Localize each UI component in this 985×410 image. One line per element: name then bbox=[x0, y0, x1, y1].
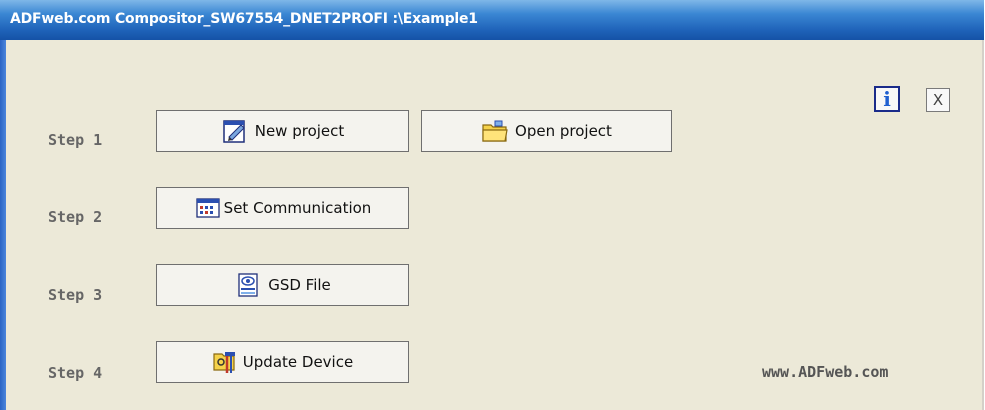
gsd-file-icon bbox=[234, 271, 262, 299]
step-1-label: Step 1 bbox=[48, 131, 103, 149]
step-3-label: Step 3 bbox=[48, 286, 103, 304]
title-bar[interactable]: ADFweb.com Compositor_SW67554_DNET2PROFI… bbox=[0, 0, 984, 40]
website-link[interactable]: www.ADFweb.com bbox=[762, 363, 888, 381]
gsd-file-label: GSD File bbox=[268, 276, 331, 294]
set-communication-label: Set Communication bbox=[223, 199, 372, 217]
update-device-icon bbox=[212, 348, 240, 376]
new-project-button[interactable]: New project bbox=[156, 110, 409, 152]
info-button[interactable]: i bbox=[874, 86, 900, 112]
window-left-border bbox=[0, 40, 6, 410]
communication-icon bbox=[194, 194, 222, 222]
new-project-icon bbox=[221, 117, 249, 145]
set-communication-button[interactable]: Set Communication bbox=[156, 187, 409, 229]
gsd-file-button[interactable]: GSD File bbox=[156, 264, 409, 306]
window-title: ADFweb.com Compositor_SW67554_DNET2PROFI… bbox=[10, 11, 478, 27]
step-2-label: Step 2 bbox=[48, 208, 103, 226]
app-window: ADFweb.com Compositor_SW67554_DNET2PROFI… bbox=[0, 0, 984, 410]
update-device-label: Update Device bbox=[242, 353, 354, 371]
close-button[interactable]: X bbox=[926, 88, 950, 112]
open-project-button[interactable]: Open project bbox=[421, 110, 672, 152]
step-4-label: Step 4 bbox=[48, 364, 103, 382]
close-icon: X bbox=[932, 91, 944, 109]
update-device-button[interactable]: Update Device bbox=[156, 341, 409, 383]
new-project-label: New project bbox=[254, 122, 345, 140]
info-icon: i bbox=[883, 87, 891, 111]
folder-icon bbox=[481, 117, 509, 145]
open-project-label: Open project bbox=[515, 122, 612, 140]
window-right-border bbox=[982, 40, 984, 410]
